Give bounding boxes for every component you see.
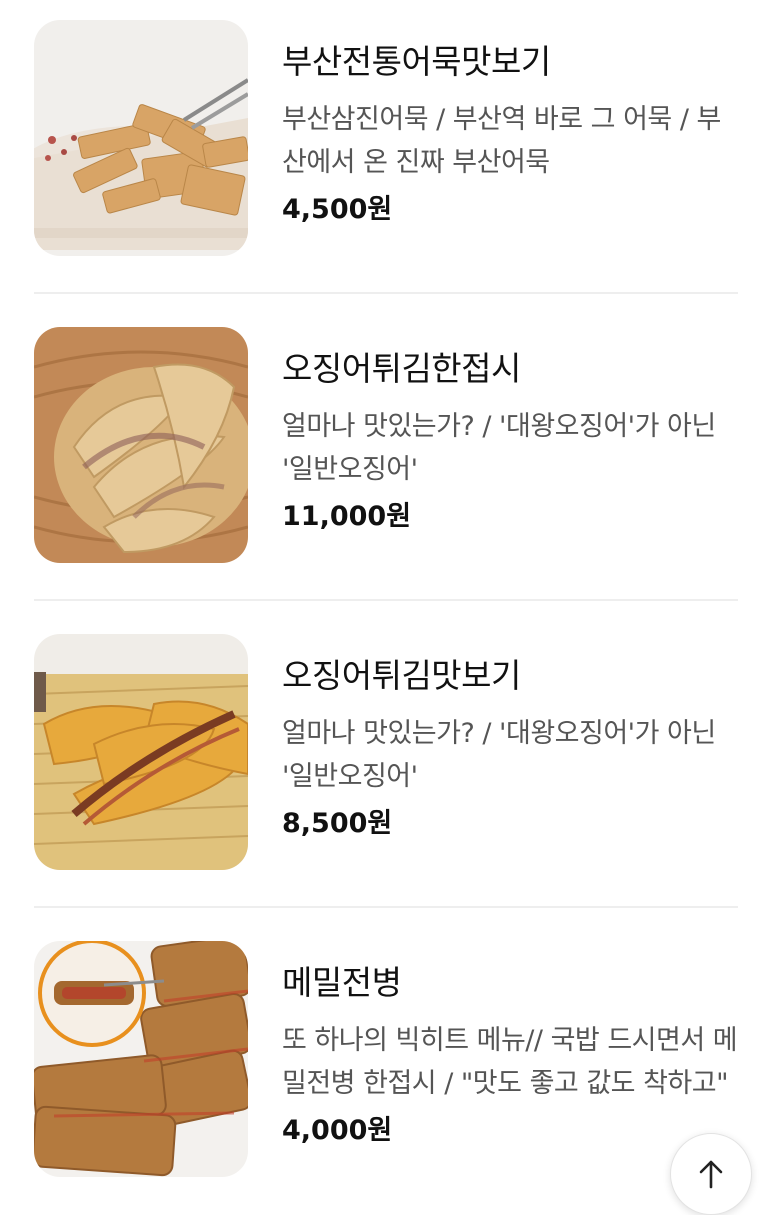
menu-item-description: 부산삼진어묵 / 부산역 바로 그 어묵 / 부산에서 온 진짜 부산어묵	[282, 104, 721, 178]
menu-item-name: 오징어튀김맛보기	[282, 656, 521, 695]
divider	[34, 292, 738, 294]
menu-item-price: 4,000원	[282, 1115, 393, 1146]
menu-item-image	[34, 20, 248, 256]
menu-item-info: 메밀전병 또 하나의 빅히트 메뉴// 국밥 드시면서 메밀전병 한접시 / "…	[282, 961, 742, 1153]
menu-item-description: 얼마나 맛있는가? / '대왕오징어'가 아닌 '일반오징어'	[282, 411, 716, 485]
menu-item-info: 오징어튀김한접시 얼마나 맛있는가? / '대왕오징어'가 아닌 '일반오징어'…	[282, 347, 742, 539]
arrow-up-icon	[699, 1160, 723, 1189]
menu-item-image	[34, 327, 248, 563]
menu-item-name: 부산전통어묵맛보기	[282, 42, 551, 81]
menu-item-price: 8,500원	[282, 808, 393, 839]
menu-item-description: 또 하나의 빅히트 메뉴// 국밥 드시면서 메밀전병 한접시 / "맛도 좋고…	[282, 1025, 738, 1099]
menu-item-name: 메밀전병	[282, 963, 402, 1002]
menu-item[interactable]: 오징어튀김한접시 얼마나 맛있는가? / '대왕오징어'가 아닌 '일반오징어'…	[34, 327, 738, 567]
menu-item-image	[34, 941, 248, 1177]
menu-item-info: 오징어튀김맛보기 얼마나 맛있는가? / '대왕오징어'가 아닌 '일반오징어'…	[282, 654, 742, 846]
scroll-to-top-button[interactable]	[670, 1133, 752, 1215]
menu-item[interactable]: 오징어튀김맛보기 얼마나 맛있는가? / '대왕오징어'가 아닌 '일반오징어'…	[34, 634, 738, 874]
menu-item-price: 4,500원	[282, 194, 393, 225]
menu-item-price: 11,000원	[282, 501, 412, 532]
divider	[34, 599, 738, 601]
menu-item[interactable]: 메밀전병 또 하나의 빅히트 메뉴// 국밥 드시면서 메밀전병 한접시 / "…	[34, 941, 738, 1181]
divider	[34, 906, 738, 908]
menu-item-name: 오징어튀김한접시	[282, 349, 521, 388]
menu-item[interactable]: 부산전통어묵맛보기 부산삼진어묵 / 부산역 바로 그 어묵 / 부산에서 온 …	[34, 20, 738, 260]
menu-item-info: 부산전통어묵맛보기 부산삼진어묵 / 부산역 바로 그 어묵 / 부산에서 온 …	[282, 40, 742, 232]
menu-item-description: 얼마나 맛있는가? / '대왕오징어'가 아닌 '일반오징어'	[282, 718, 716, 792]
menu-item-image	[34, 634, 248, 870]
